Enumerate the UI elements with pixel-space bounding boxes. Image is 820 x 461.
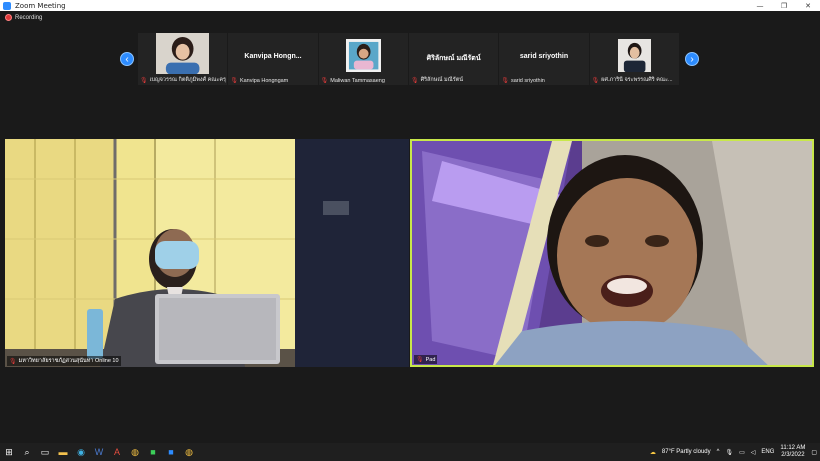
- participant-strip: 🎙เบญจวรรณ กิตติภูมิพงศ์ คณะครุศาส... Kan…: [138, 33, 680, 85]
- weather-icon[interactable]: ☁: [650, 449, 656, 456]
- mic-muted-icon: 🎙: [140, 77, 148, 84]
- participant-tile[interactable]: sarid sriyothin 🎙 sarid sriyothin: [499, 33, 589, 85]
- edge-browser-icon[interactable]: ◉: [72, 443, 90, 461]
- file-explorer-icon[interactable]: ▬: [54, 443, 72, 461]
- chevron-left-icon: ‹: [125, 53, 129, 65]
- zoom-app-icon: [3, 1, 11, 10]
- title-bar: Zoom Meeting — ❐ ✕: [0, 0, 820, 11]
- zoom-taskbar-icon[interactable]: ■: [162, 443, 180, 461]
- participant-name-large: Kanvipa Hongn...: [244, 53, 302, 60]
- mic-muted-icon: 🎙: [416, 357, 424, 363]
- participant-video: [617, 39, 651, 73]
- system-tray: ☁ 87°F Partly cloudy ^ 🎙 ▭ ◁ ENG 11:12 A…: [647, 443, 820, 461]
- network-icon[interactable]: ▭: [739, 449, 745, 456]
- word-icon[interactable]: W: [90, 443, 108, 461]
- maximize-button[interactable]: ❐: [772, 0, 796, 11]
- mic-muted-icon: 🎙: [9, 358, 17, 365]
- participant-tile[interactable]: 🎙 ผศ.ภารินี จระพรรณศิริ คณะ...: [589, 33, 679, 85]
- video-tile-right-active-speaker[interactable]: 🎙 Pad: [410, 139, 814, 367]
- weather-text[interactable]: 87°F Partly cloudy: [662, 449, 711, 455]
- window-controls: — ❐ ✕: [748, 0, 820, 11]
- participant-name: Kanvipa Hongngam: [239, 77, 289, 84]
- notification-icon[interactable]: ▢: [811, 449, 817, 456]
- mic-muted-icon: 🎙: [320, 78, 329, 84]
- acrobat-icon[interactable]: A: [108, 443, 126, 461]
- chevron-right-icon: ›: [690, 53, 694, 65]
- volume-icon[interactable]: ◁: [751, 449, 756, 456]
- participant-name: sarid sriyothin: [510, 77, 545, 84]
- mic-muted-icon: 🎙: [410, 77, 419, 84]
- participant-video: [5, 139, 409, 367]
- participant-name: เบญจวรรณ กิตติภูมิพงศ์ คณะครุศาส...: [149, 77, 226, 83]
- mic-icon[interactable]: 🎙: [725, 449, 733, 456]
- participant-tile[interactable]: Kanvipa Hongn... 🎙 Kanvipa Hongngam: [228, 33, 318, 85]
- participant-video: [345, 39, 381, 73]
- chevron-up-icon[interactable]: ^: [717, 449, 720, 455]
- participant-tile[interactable]: 🎙 Maliwan Tammasaeng: [318, 33, 408, 85]
- mic-muted-icon: 🎙: [591, 77, 600, 84]
- next-page-button[interactable]: ›: [685, 52, 699, 66]
- minimize-button[interactable]: —: [748, 0, 772, 11]
- video-label: 🎙 มหาวิทยาลัยราชภัฏสวนสุนันทา Online 10: [7, 356, 121, 366]
- line-app-icon[interactable]: ■: [144, 443, 162, 461]
- time: 11:12 AM: [780, 445, 806, 451]
- participant-video: [156, 33, 210, 75]
- participant-name-large: ศิริลักษณ์ มณีรัตน์: [426, 55, 481, 62]
- windows-start-icon[interactable]: ⊞: [0, 443, 18, 461]
- date: 2/3/2022: [781, 452, 805, 458]
- participant-name: ผศ.ภารินี จระพรรณศิริ คณะ...: [601, 77, 673, 83]
- participant-video: [412, 141, 812, 365]
- participant-tile[interactable]: ศิริลักษณ์ มณีรัตน์ 🎙 ศิริลักษณ์ มณีรัตน์: [408, 33, 499, 85]
- participant-name: ศิริลักษณ์ มณีรัตน์: [420, 77, 464, 83]
- task-view-icon[interactable]: ▭: [36, 443, 54, 461]
- recording-label: Recording: [15, 14, 43, 21]
- windows-taskbar: ⊞ ⌕ ▭ ▬ ◉ W A ◍ ■ ■ ◍ ☁ 87°F Partly clou…: [0, 443, 820, 461]
- chrome-icon-2[interactable]: ◍: [180, 443, 198, 461]
- language-indicator[interactable]: ENG: [761, 449, 774, 455]
- video-label: 🎙 Pad: [414, 355, 438, 364]
- video-tile-left[interactable]: 🎙 มหาวิทยาลัยราชภัฏสวนสุนันทา Online 10: [5, 139, 409, 367]
- prev-page-button[interactable]: ‹: [120, 52, 134, 66]
- close-button[interactable]: ✕: [796, 0, 820, 11]
- mic-muted-icon: 🎙: [230, 78, 238, 84]
- window-title: Zoom Meeting: [15, 1, 66, 10]
- mic-muted-icon: 🎙: [501, 78, 509, 84]
- recording-indicator[interactable]: Recording: [5, 14, 42, 21]
- search-icon[interactable]: ⌕: [18, 443, 36, 461]
- chrome-icon[interactable]: ◍: [126, 443, 144, 461]
- participant-name-large: sarid sriyothin: [519, 53, 569, 60]
- clock[interactable]: 11:12 AM 2/3/2022: [780, 445, 805, 459]
- participant-tile[interactable]: 🎙เบญจวรรณ กิตติภูมิพงศ์ คณะครุศาส...: [138, 33, 228, 85]
- record-icon: [5, 14, 12, 21]
- participant-name: Maliwan Tammasaeng: [330, 77, 385, 84]
- meeting-area: Recording ‹ 🎙 เบญจวรรณ กิตติภูมิพงศ์ คณะค…: [0, 11, 820, 438]
